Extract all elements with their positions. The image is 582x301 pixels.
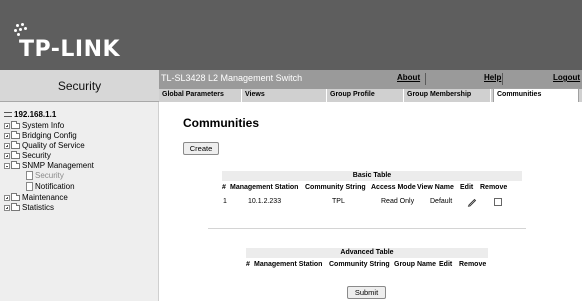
page-icon — [26, 171, 33, 181]
folder-icon — [11, 192, 20, 201]
sidebar-item-label: Bridging Config — [22, 131, 77, 141]
cell-community-string: TPL — [332, 198, 345, 205]
expand-icon[interactable] — [4, 204, 10, 211]
submit-button[interactable]: Submit — [347, 286, 386, 299]
expand-icon[interactable] — [4, 152, 10, 159]
sidebar-item-label: SNMP Management — [22, 161, 94, 171]
sidebar-header: Security — [0, 70, 159, 102]
create-button[interactable]: Create — [183, 142, 219, 155]
sidebar-item-security[interactable]: Security — [4, 150, 51, 161]
folder-icon — [11, 130, 20, 139]
sidebar-item-system-info[interactable]: System Info — [4, 120, 65, 131]
sidebar-item-notification[interactable]: Notification — [26, 182, 75, 192]
column-header-management-station: Management Station — [230, 184, 299, 191]
sidebar-item-label: System Info — [22, 121, 65, 131]
column-header-community-string: Community String — [305, 184, 366, 191]
sidebar-item-label: Maintenance — [22, 193, 68, 203]
page-title: Communities — [183, 116, 260, 130]
tab-communities[interactable]: Communities — [493, 88, 579, 102]
logo: TP-LINK — [12, 22, 162, 62]
cell-management-station: 10.1.2.233 — [248, 198, 282, 205]
column-header-edit: Edit — [460, 184, 474, 191]
help-link[interactable]: Help — [484, 73, 501, 82]
sidebar-item-bridging-config[interactable]: Bridging Config — [4, 130, 77, 141]
sidebar-item-quality-of-service[interactable]: Quality of Service — [4, 140, 85, 151]
tab-bar: Global Parameters Views Group Profile Gr… — [159, 88, 582, 102]
sidebar-item-label: Statistics — [22, 203, 55, 213]
tab-group-profile[interactable]: Group Profile — [327, 89, 404, 102]
folder-icon — [11, 202, 20, 211]
column-header-community-string: Community String — [329, 261, 390, 268]
cell-access-mode: Read Only — [381, 198, 415, 205]
link-separator — [502, 73, 503, 85]
tab-global-parameters[interactable]: Global Parameters — [159, 89, 242, 102]
expand-icon[interactable] — [4, 194, 10, 201]
sidebar-item-statistics[interactable]: Statistics — [4, 202, 55, 213]
sidebar-item-maintenance[interactable]: Maintenance — [4, 192, 68, 203]
remove-checkbox[interactable] — [494, 198, 502, 206]
column-header-edit: Edit — [439, 261, 453, 268]
network-icon — [4, 112, 12, 118]
page-icon — [26, 182, 33, 192]
sidebar-item-snmp-management[interactable]: SNMP Management — [4, 160, 94, 171]
expand-icon[interactable] — [4, 132, 10, 139]
top-banner: TP-LINK — [0, 0, 582, 70]
pencil-icon[interactable] — [467, 197, 477, 207]
sidebar-title: Security — [57, 79, 102, 93]
collapse-icon[interactable] — [4, 162, 10, 169]
sidebar-item-label: Security — [22, 151, 51, 161]
link-separator — [425, 73, 426, 85]
column-header-management-station: Management Station — [254, 261, 323, 268]
basic-table-title: Basic Table — [222, 171, 522, 181]
folder-icon — [11, 140, 20, 149]
sidebar-item-label: Security — [35, 171, 64, 181]
folder-icon — [11, 120, 20, 129]
divider — [208, 228, 526, 229]
logout-link[interactable]: Logout — [553, 73, 580, 82]
advanced-table-title: Advanced Table — [246, 248, 488, 258]
column-header-view-name: View Name — [417, 184, 454, 191]
folder-icon — [11, 150, 20, 159]
logo-text: TP-LINK — [19, 37, 121, 62]
device-title: TL-SL3428 L2 Management Switch — [161, 73, 303, 83]
tree-root-label: 192.168.1.1 — [14, 110, 57, 120]
sidebar-item-snmp-security[interactable]: Security — [26, 171, 64, 181]
sidebar: 192.168.1.1 System Info Bridging Config … — [0, 102, 159, 301]
tab-views[interactable]: Views — [242, 89, 327, 102]
cell-number: 1 — [223, 198, 227, 205]
column-header-access-mode: Access Mode — [371, 184, 416, 191]
column-header-number: # — [222, 184, 226, 191]
column-header-remove: Remove — [459, 261, 487, 268]
folder-open-icon — [11, 160, 20, 169]
about-link[interactable]: About — [397, 73, 420, 82]
column-header-number: # — [246, 261, 250, 268]
tree-root[interactable]: 192.168.1.1 — [4, 110, 56, 119]
column-header-group-name: Group Name — [394, 261, 437, 268]
expand-icon[interactable] — [4, 142, 10, 149]
cell-view-name: Default — [430, 198, 453, 205]
main-content: Communities Create Basic Table # Managem… — [160, 102, 582, 301]
sidebar-item-label: Quality of Service — [22, 141, 85, 151]
expand-icon[interactable] — [4, 122, 10, 129]
sidebar-item-label: Notification — [35, 182, 75, 192]
column-header-remove: Remove — [480, 184, 508, 191]
tab-group-membership[interactable]: Group Membership — [404, 89, 491, 102]
